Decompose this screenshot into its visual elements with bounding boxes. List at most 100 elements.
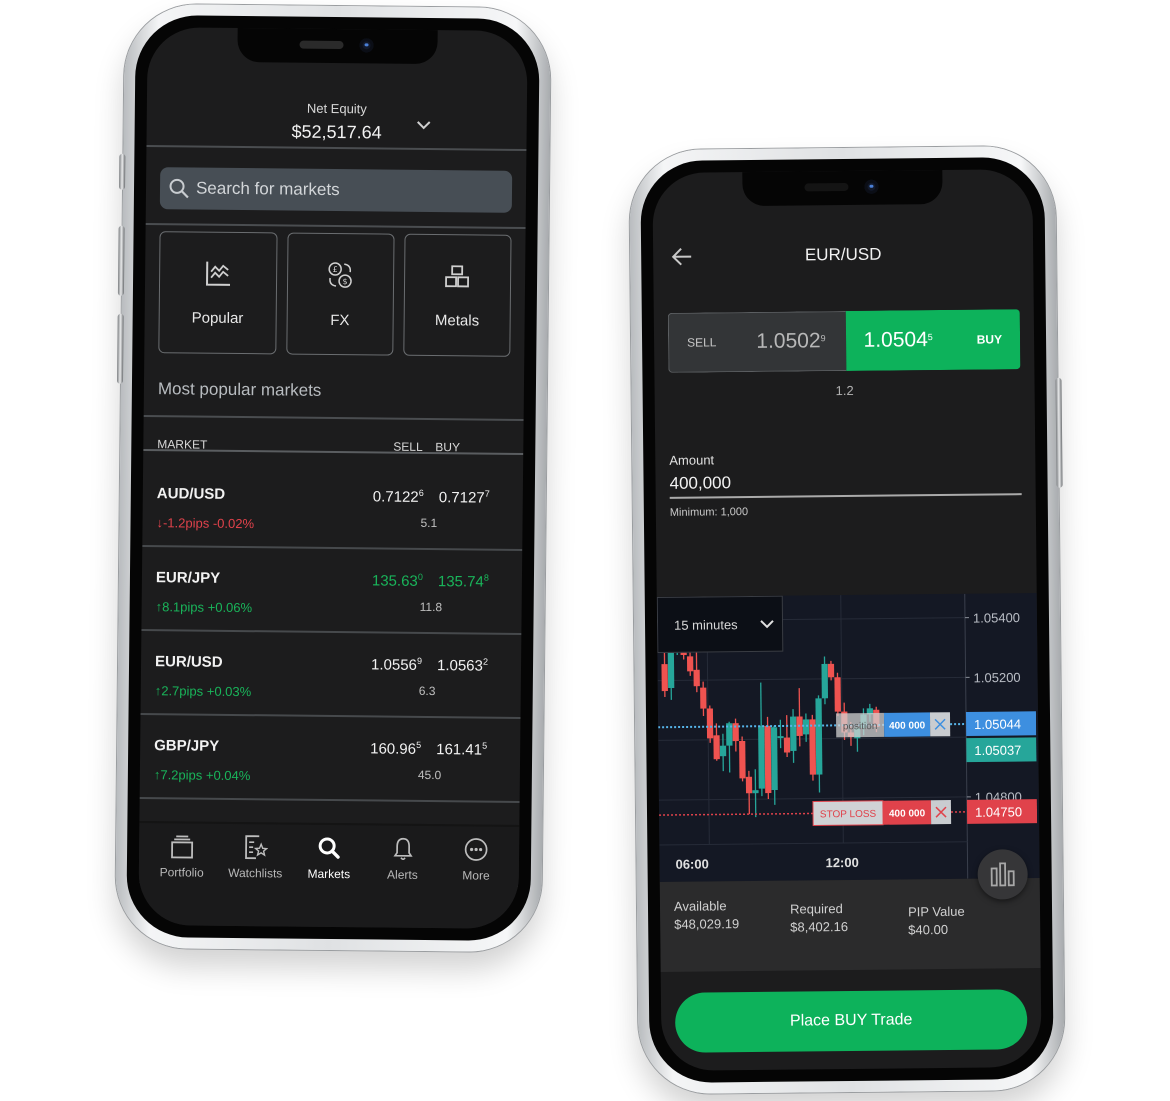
currency-exchange-icon: £$ bbox=[328, 261, 353, 288]
tab-label: Alerts bbox=[387, 867, 418, 882]
grid-line bbox=[657, 676, 966, 682]
market-name: EUR/USD bbox=[154, 653, 223, 671]
x-tick-label: 06:00 bbox=[675, 856, 708, 871]
search-placeholder: Search for markets bbox=[195, 178, 340, 200]
divider bbox=[145, 223, 526, 230]
position-size: 400 000 bbox=[889, 720, 926, 731]
amount-label: Amount bbox=[669, 452, 715, 468]
chevron-down-icon[interactable] bbox=[417, 120, 431, 130]
buy-price[interactable]: 0.71277 bbox=[439, 488, 490, 507]
sell-button[interactable]: SELL 1.05029 bbox=[667, 311, 846, 373]
candle-body bbox=[783, 737, 791, 753]
timeframe-select[interactable]: 15 minutes bbox=[656, 595, 784, 653]
market-row[interactable]: GBP/JPY ↑7.2pips +0.04% 160.965 161.415 45.0 bbox=[139, 714, 521, 803]
price-selector: SELL 1.05029 1.05045 BUY bbox=[667, 309, 1021, 373]
power-button bbox=[1055, 377, 1063, 488]
buy-price[interactable]: 161.415 bbox=[436, 740, 487, 759]
candle-body bbox=[764, 725, 772, 794]
price-chart[interactable]: 15 minutes 1.05400 1.05200 1.04800 06:00 12:… bbox=[656, 593, 1040, 882]
amount-input[interactable] bbox=[669, 467, 1022, 499]
tab-label: Portfolio bbox=[159, 865, 204, 880]
stop-loss-size: 400 000 bbox=[889, 808, 926, 819]
phone-markets: Net Equity $52,517.64 Search for markets… bbox=[115, 3, 551, 953]
bar-chart-icon bbox=[990, 862, 1015, 887]
candle-body bbox=[758, 725, 765, 789]
buy-price[interactable]: 1.05632 bbox=[437, 656, 488, 675]
stat-pip-value: PIP Value $40.00 bbox=[907, 903, 965, 938]
candle-body bbox=[745, 776, 753, 794]
place-trade-button[interactable]: Place BUY Trade bbox=[674, 989, 1028, 1053]
tab-label: Watchlists bbox=[228, 865, 283, 881]
chart-line-icon bbox=[205, 261, 230, 286]
markets-screen: Net Equity $52,517.64 Search for markets… bbox=[138, 27, 528, 929]
search-icon bbox=[318, 837, 340, 859]
bell-icon bbox=[393, 837, 413, 861]
instrument-title: EUR/USD bbox=[804, 244, 882, 265]
portfolio-icon bbox=[170, 835, 193, 859]
market-spread: 11.8 bbox=[419, 599, 443, 615]
market-name: GBP/JPY bbox=[154, 737, 220, 755]
market-change: ↑2.7pips +0.03% bbox=[154, 683, 252, 700]
spread-value: 1.2 bbox=[835, 382, 854, 399]
category-label: Metals bbox=[434, 311, 480, 330]
candle-body bbox=[713, 735, 720, 760]
sell-price[interactable]: 135.630 bbox=[372, 571, 423, 590]
markets-table-header: MARKET SELL BUY bbox=[143, 427, 523, 465]
position-price: 1.05044 bbox=[974, 716, 1021, 731]
mute-switch bbox=[119, 153, 126, 190]
notch bbox=[742, 169, 943, 207]
candle-body bbox=[706, 708, 714, 739]
svg-text:$: $ bbox=[343, 277, 348, 286]
buy-price[interactable]: 135.748 bbox=[438, 572, 489, 591]
price-axis-line bbox=[964, 593, 969, 879]
candle-body bbox=[693, 669, 700, 687]
market-change: ↑8.1pips +0.06% bbox=[155, 599, 253, 616]
divider bbox=[146, 145, 527, 152]
category-fx[interactable]: £ $ FX bbox=[285, 232, 395, 356]
sell-price[interactable]: 1.05569 bbox=[371, 655, 422, 674]
candle-body bbox=[809, 719, 817, 775]
stat-available: Available $48,029.19 bbox=[673, 898, 740, 932]
gold-bars-icon bbox=[445, 264, 470, 287]
candle-body bbox=[790, 716, 797, 751]
watchlist-icon bbox=[245, 835, 269, 860]
tab-label: More bbox=[462, 868, 490, 883]
market-change: ↓-1.2pips -0.02% bbox=[156, 515, 255, 532]
margin-stats: Available $48,029.19 Required $8,402.16 PI… bbox=[659, 877, 1041, 972]
candle-body bbox=[739, 740, 746, 779]
market-name: AUD/USD bbox=[156, 485, 226, 503]
chart-type-button[interactable] bbox=[977, 849, 1028, 900]
net-equity-value: $52,517.64 bbox=[291, 121, 382, 143]
sell-price[interactable]: 160.965 bbox=[370, 739, 421, 758]
candle-body bbox=[777, 736, 784, 739]
current-price: 1.05037 bbox=[974, 743, 1021, 758]
search-icon bbox=[169, 178, 189, 199]
category-metals[interactable]: Metals bbox=[403, 233, 512, 357]
market-name: EUR/JPY bbox=[155, 569, 221, 587]
grid-line bbox=[658, 796, 967, 801]
market-spread: 45.0 bbox=[417, 767, 442, 783]
market-row[interactable]: EUR/USD ↑2.7pips +0.03% 1.05569 1.05632 6.3 bbox=[140, 631, 522, 719]
market-row[interactable]: EUR/JPY ↑8.1pips +0.06% 135.630 135.748 11.8 bbox=[141, 547, 523, 635]
buy-button[interactable]: 1.05045 BUY bbox=[845, 309, 1021, 371]
tab-watchlists[interactable]: Watchlists bbox=[219, 834, 292, 927]
market-change: ↑7.2pips +0.04% bbox=[153, 767, 251, 784]
search-input[interactable]: Search for markets bbox=[159, 167, 513, 213]
notch bbox=[237, 27, 438, 65]
y-tick-label: 1.05400 bbox=[973, 610, 1020, 625]
tab-markets[interactable]: Markets bbox=[292, 835, 365, 928]
tab-more[interactable]: More bbox=[439, 836, 512, 929]
market-spread: 5.1 bbox=[420, 515, 438, 531]
net-equity[interactable]: Net Equity $52,517.64 bbox=[147, 99, 527, 145]
sell-price: 1.05029 bbox=[756, 329, 826, 353]
sell-label: SELL bbox=[687, 335, 717, 350]
market-row[interactable]: AUD/USD ↓-1.2pips -0.02% 0.71226 0.71277 5.1 bbox=[142, 463, 524, 551]
tab-alerts[interactable]: Alerts bbox=[366, 835, 439, 928]
tab-portfolio[interactable]: Portfolio bbox=[145, 833, 218, 926]
category-label: FX bbox=[330, 311, 350, 329]
trade-header: EUR/USD bbox=[653, 237, 1033, 281]
market-spread: 6.3 bbox=[418, 683, 436, 699]
category-popular[interactable]: Popular bbox=[158, 231, 278, 355]
sell-price[interactable]: 0.71226 bbox=[373, 487, 424, 506]
tab-label: Markets bbox=[307, 866, 351, 882]
